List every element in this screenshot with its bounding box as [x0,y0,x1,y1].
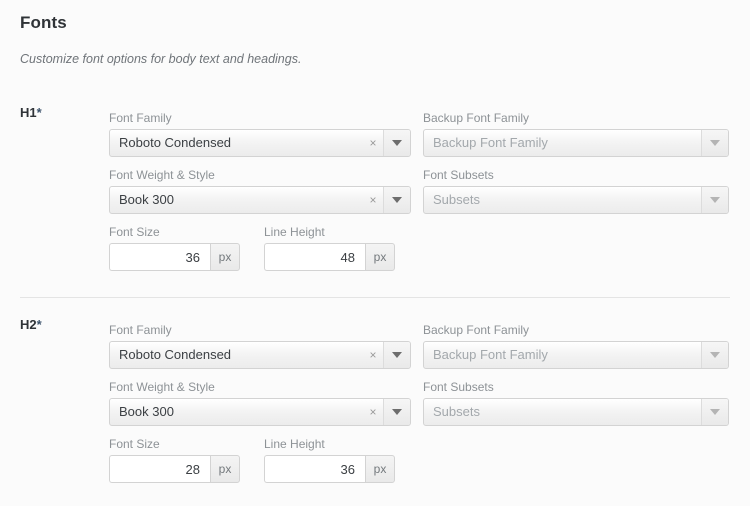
field-font-size-h2: Font Size px [109,437,240,483]
chevron-down-icon[interactable] [701,342,728,368]
chevron-down-icon[interactable] [383,399,410,425]
field-label-font-subsets: Font Subsets [423,380,494,394]
clear-icon[interactable]: × [363,342,383,368]
select-backup-font-family-h1[interactable]: Backup Font Family [423,129,729,157]
required-marker: * [36,105,42,120]
chevron-down-icon[interactable] [383,187,410,213]
input-group-font-size-h1: px [109,243,240,271]
clear-icon[interactable]: × [363,130,383,156]
input-group-line-height-h1: px [264,243,395,271]
input-group-font-size-h2: px [109,455,240,483]
field-label-font-size: Font Size [109,225,160,239]
select-font-weight-style-h2[interactable]: Book 300 × [109,398,411,426]
field-backup-font-family-h2: Backup Font Family Backup Font Family [423,323,729,369]
unit-addon-px: px [210,243,240,271]
chevron-down-icon[interactable] [701,399,728,425]
field-font-weight-style-h2: Font Weight & Style Book 300 × [109,380,411,426]
field-font-size-h1: Font Size px [109,225,240,271]
field-font-family-h2: Font Family Roboto Condensed × [109,323,411,369]
select-font-weight-style-h1[interactable]: Book 300 × [109,186,411,214]
chevron-down-icon[interactable] [701,130,728,156]
field-label-font-weight-style: Font Weight & Style [109,168,215,182]
select-value-backup-font-family-h2: Backup Font Family [433,347,548,362]
field-label-line-height: Line Height [264,437,325,451]
line-height-input-h1[interactable] [264,243,365,271]
select-font-subsets-h2[interactable]: Subsets [423,398,729,426]
field-font-weight-style-h1: Font Weight & Style Book 300 × [109,168,411,214]
field-label-font-size: Font Size [109,437,160,451]
field-line-height-h1: Line Height px [264,225,395,271]
unit-addon-px: px [365,243,395,271]
page-title: Fonts [20,13,67,32]
select-value-font-family-h1: Roboto Condensed [119,135,232,150]
input-group-line-height-h2: px [264,455,395,483]
field-font-subsets-h2: Font Subsets Subsets [423,380,729,426]
select-font-subsets-h1[interactable]: Subsets [423,186,729,214]
unit-addon-px: px [365,455,395,483]
field-line-height-h2: Line Height px [264,437,395,483]
select-value-font-family-h2: Roboto Condensed [119,347,232,362]
select-value-font-subsets-h1: Subsets [433,192,480,207]
unit-addon-px: px [210,455,240,483]
chevron-down-icon[interactable] [701,187,728,213]
font-size-input-h1[interactable] [109,243,210,271]
field-label-font-family: Font Family [109,323,172,337]
chevron-down-icon[interactable] [383,342,410,368]
field-label-font-weight-style: Font Weight & Style [109,380,215,394]
select-value-font-weight-style-h1: Book 300 [119,192,174,207]
section-label-h1: H1* [20,105,42,120]
chevron-down-icon[interactable] [383,130,410,156]
field-label-line-height: Line Height [264,225,325,239]
line-height-input-h2[interactable] [264,455,365,483]
select-value-backup-font-family-h1: Backup Font Family [433,135,548,150]
select-value-font-weight-style-h2: Book 300 [119,404,174,419]
clear-icon[interactable]: × [363,187,383,213]
field-font-subsets-h1: Font Subsets Subsets [423,168,729,214]
field-label-font-family: Font Family [109,111,172,125]
select-font-family-h2[interactable]: Roboto Condensed × [109,341,411,369]
clear-icon[interactable]: × [363,399,383,425]
field-font-family-h1: Font Family Roboto Condensed × [109,111,411,157]
fonts-settings-page: Fonts Customize font options for body te… [0,0,750,506]
field-label-font-subsets: Font Subsets [423,168,494,182]
field-backup-font-family-h1: Backup Font Family Backup Font Family [423,111,729,157]
select-value-font-subsets-h2: Subsets [433,404,480,419]
page-subtitle: Customize font options for body text and… [20,52,302,66]
section-label-h1-text: H1 [20,105,37,120]
required-marker: * [36,317,42,332]
select-font-family-h1[interactable]: Roboto Condensed × [109,129,411,157]
select-backup-font-family-h2[interactable]: Backup Font Family [423,341,729,369]
font-size-input-h2[interactable] [109,455,210,483]
section-divider [20,297,730,298]
section-label-h2: H2* [20,317,42,332]
section-label-h2-text: H2 [20,317,37,332]
field-label-backup-font-family: Backup Font Family [423,111,530,125]
field-label-backup-font-family: Backup Font Family [423,323,530,337]
